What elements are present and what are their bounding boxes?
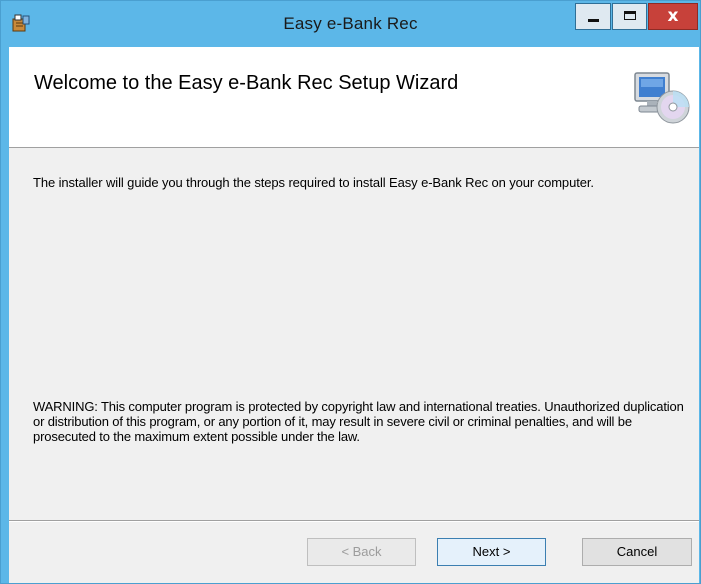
wizard-banner: Welcome to the Easy e-Bank Rec Setup Wiz…: [9, 47, 699, 148]
computer-cd-icon: [631, 69, 691, 129]
maximize-button[interactable]: [612, 3, 647, 30]
cancel-button[interactable]: Cancel: [582, 538, 692, 566]
intro-text: The installer will guide you through the…: [33, 175, 594, 190]
next-button[interactable]: Next >: [437, 538, 546, 566]
close-icon: x: [667, 6, 679, 26]
copyright-warning: WARNING: This computer program is protec…: [33, 399, 684, 444]
page-title: Welcome to the Easy e-Bank Rec Setup Wiz…: [34, 72, 459, 94]
maximize-icon: [624, 11, 636, 20]
title-bar[interactable]: Easy e-Bank Rec x: [1, 1, 700, 47]
button-separator: [9, 520, 699, 522]
installer-window: Easy e-Bank Rec x Welcome to the Easy e-…: [0, 0, 701, 584]
back-button[interactable]: < Back: [307, 538, 416, 566]
close-button[interactable]: x: [648, 3, 698, 30]
minimize-button[interactable]: [575, 3, 611, 30]
wizard-body: Welcome to the Easy e-Bank Rec Setup Wiz…: [9, 47, 699, 583]
minimize-icon: [588, 19, 599, 22]
